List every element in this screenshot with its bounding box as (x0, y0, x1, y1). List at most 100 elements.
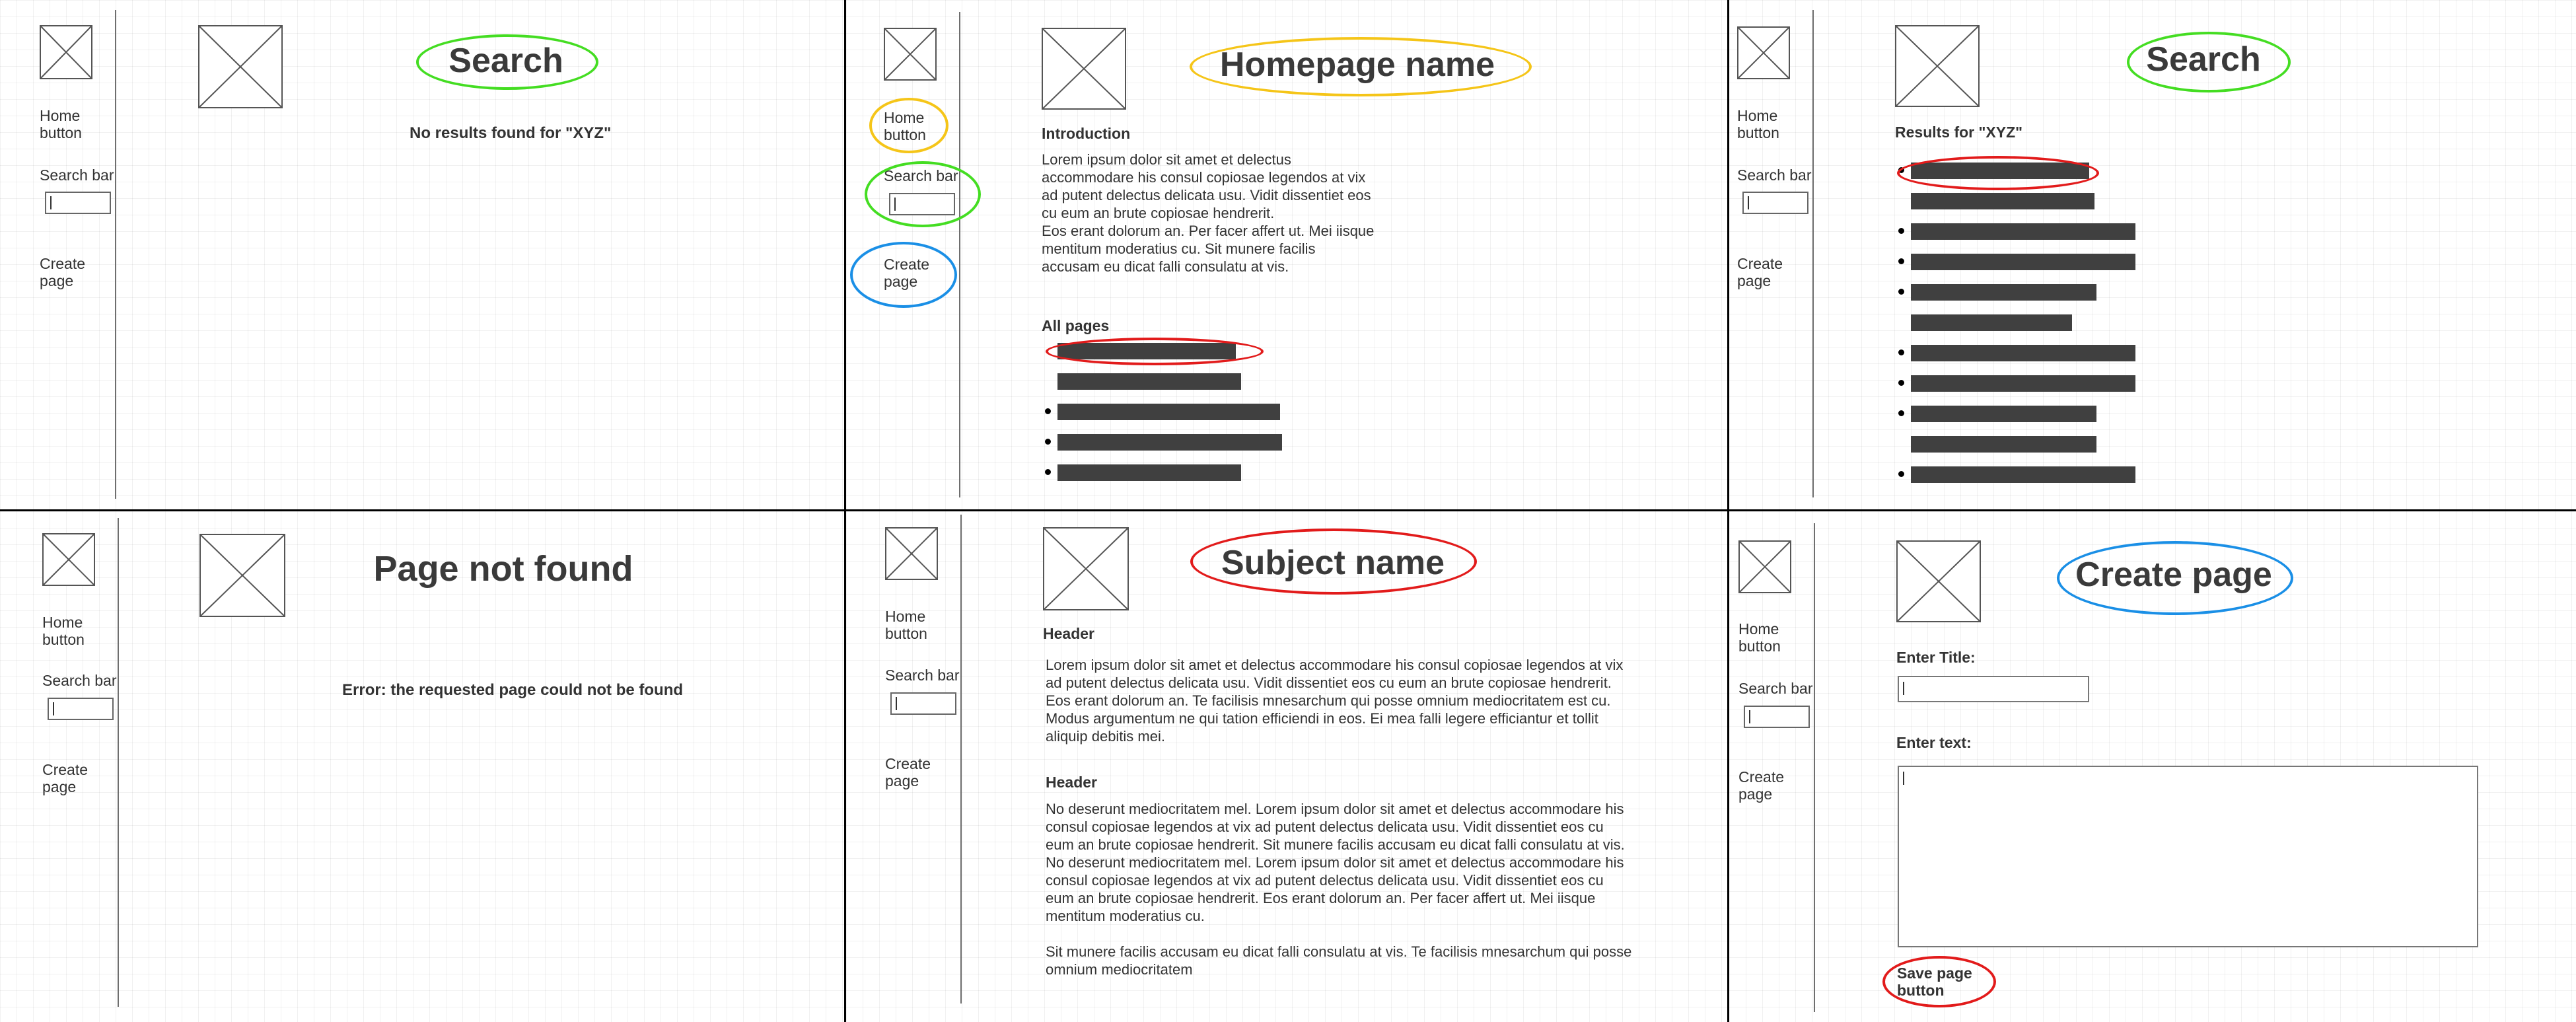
link-placeholder-bar (1911, 314, 2072, 331)
annotation-oval-red (1046, 338, 1264, 365)
list-item[interactable] (1898, 460, 2155, 491)
nav-search-bar-label: Search bar (42, 672, 117, 689)
nav-home-button[interactable]: Home button (885, 608, 927, 642)
list-item[interactable] (1045, 398, 1302, 428)
panel-create-page: Home button Search bar Create page Create … (1729, 511, 2576, 1022)
bullet-icon (1898, 410, 1904, 416)
results-heading: Results for "XYZ" (1895, 124, 2023, 141)
nav-create-page[interactable]: Create page (1737, 255, 1783, 289)
text-field-label: Enter text: (1896, 734, 1972, 751)
panel-homepage: Home button Search bar Create page Homepag… (846, 0, 1727, 509)
nav-create-page[interactable]: Create page (1738, 768, 1784, 803)
sidebar-divider (115, 10, 116, 499)
intro-text: Lorem ipsum dolor sit amet et delectus a… (1042, 151, 1375, 275)
nav-search-bar-label: Search bar (40, 166, 114, 184)
list-item[interactable] (1057, 367, 1302, 398)
search-input[interactable] (1744, 706, 1810, 728)
search-input[interactable] (890, 692, 956, 715)
annotation-oval-green (2127, 32, 2291, 92)
annotation-oval-red (1882, 956, 1996, 1007)
list-item[interactable] (1898, 217, 2155, 248)
logo-small-icon (884, 28, 937, 81)
bullet-icon (1045, 408, 1051, 414)
link-placeholder-bar (1057, 434, 1282, 451)
image-placeholder-icon (1895, 25, 1980, 107)
nav-create-page[interactable]: Create page (885, 755, 931, 789)
text-area[interactable] (1898, 766, 2478, 947)
image-placeholder-icon (198, 25, 283, 108)
error-message: Error: the requested page could not be f… (342, 681, 684, 699)
sidebar-divider (1814, 523, 1815, 1012)
list-item[interactable] (1898, 248, 2155, 278)
annotation-oval-blue (2057, 541, 2293, 615)
section-header: Header (1043, 625, 1094, 642)
grid-divider-horizontal (0, 509, 2576, 511)
bullet-icon (1898, 289, 1904, 295)
bullet-icon (1898, 349, 1904, 355)
image-placeholder-icon (1896, 540, 1981, 622)
logo-small-icon (1738, 540, 1791, 593)
link-placeholder-bar (1057, 373, 1241, 390)
image-placeholder-icon (199, 534, 285, 617)
list-item[interactable] (1045, 458, 1302, 489)
link-placeholder-bar (1911, 193, 2094, 209)
link-placeholder-bar (1911, 375, 2135, 392)
search-results-list (1898, 157, 2155, 491)
list-item[interactable] (1898, 400, 2155, 430)
intro-heading: Introduction (1042, 125, 1131, 142)
list-item[interactable] (1911, 430, 2155, 460)
page-title: Page not found (373, 549, 633, 589)
logo-small-icon (1737, 26, 1790, 79)
list-item[interactable] (1045, 428, 1302, 458)
sidebar-divider (1812, 10, 1814, 497)
list-item[interactable] (1898, 369, 2155, 400)
text-caret (896, 697, 897, 710)
nav-search-bar-label: Search bar (885, 667, 960, 684)
nav-home-button[interactable]: Home button (42, 614, 85, 648)
search-input[interactable] (48, 698, 114, 720)
title-input[interactable] (1898, 676, 2089, 702)
nav-home-button[interactable]: Home button (1737, 107, 1779, 141)
sidebar-divider (960, 515, 962, 1004)
annotation-oval-green (416, 34, 598, 90)
list-item[interactable] (1911, 309, 2155, 339)
panel-search-empty: Home button Search bar Create page Search … (0, 0, 844, 509)
nav-create-page[interactable]: Create page (40, 255, 85, 289)
logo-small-icon (40, 25, 92, 79)
link-placeholder-bar (1911, 345, 2135, 361)
annotation-oval-red (1897, 156, 2099, 190)
nav-create-page[interactable]: Create page (42, 761, 88, 795)
bullet-icon (1045, 439, 1051, 445)
sidebar-divider (118, 518, 119, 1007)
link-placeholder-bar (1911, 254, 2135, 270)
annotation-oval-yellow (869, 98, 948, 153)
list-item[interactable] (1898, 278, 2155, 309)
section-text: No deserunt mediocritatem mel. Lorem ips… (1046, 801, 1625, 924)
grid-divider-vertical (1727, 0, 1729, 1022)
annotation-oval-yellow (1190, 37, 1532, 96)
link-placeholder-bar (1057, 464, 1241, 481)
search-input[interactable] (1742, 192, 1808, 214)
sidebar-divider (959, 12, 960, 497)
link-placeholder-bar (1911, 436, 2096, 453)
nav-search-bar-label: Search bar (1738, 680, 1813, 697)
link-placeholder-bar (1057, 404, 1280, 420)
all-pages-heading: All pages (1042, 317, 1110, 334)
link-placeholder-bar (1911, 466, 2135, 483)
list-item[interactable] (1911, 187, 2155, 217)
text-caret (1748, 196, 1749, 209)
link-placeholder-bar (1911, 406, 2096, 422)
list-item[interactable] (1898, 339, 2155, 369)
section-text: Sit munere facilis accusam eu dicat fall… (1046, 943, 1632, 978)
text-caret (1903, 772, 1904, 785)
bullet-icon (1898, 228, 1904, 234)
search-input[interactable] (45, 192, 111, 214)
text-caret (50, 196, 52, 209)
grid-divider-vertical (844, 0, 846, 1022)
nav-home-button[interactable]: Home button (1738, 620, 1781, 655)
section-text: Lorem ipsum dolor sit amet et delectus a… (1046, 657, 1624, 745)
nav-home-button[interactable]: Home button (40, 107, 82, 141)
bullet-icon (1898, 380, 1904, 386)
text-caret (53, 702, 54, 715)
no-results-message: No results found for "XYZ" (410, 124, 612, 142)
